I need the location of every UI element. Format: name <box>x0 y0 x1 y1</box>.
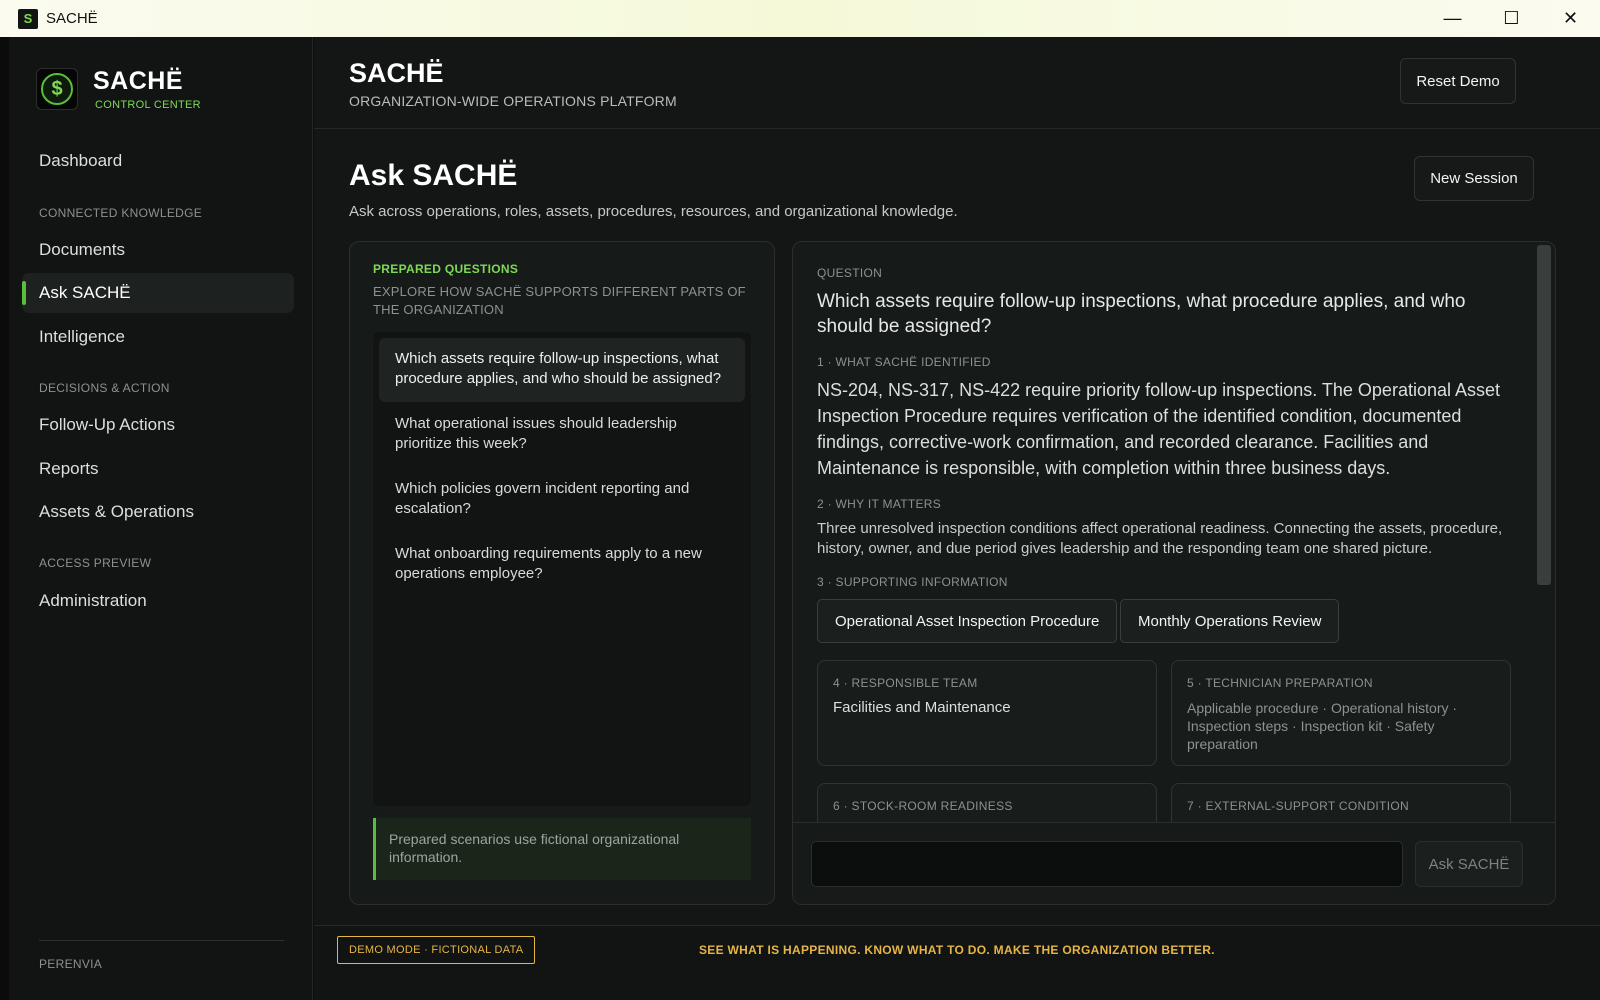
why-label: 2 · WHY IT MATTERS <box>817 497 942 511</box>
question-text: Which assets require follow-up inspectio… <box>817 291 1466 337</box>
prepared-questions-label: PREPARED QUESTIONS <box>373 262 519 276</box>
prepared-questions-list: Which assets require follow-up inspectio… <box>373 332 751 806</box>
nav-section-access: ACCESS PREVIEW <box>39 556 152 570</box>
stock-room-label: 6 · STOCK-ROOM READINESS <box>833 799 1013 813</box>
header-subtitle: ORGANIZATION-WIDE OPERATIONS PLATFORM <box>349 93 677 109</box>
nav-section-connected: CONNECTED KNOWLEDGE <box>39 206 203 220</box>
page-title: Ask SACHË <box>349 159 518 192</box>
dollar-coin-icon: $ <box>41 73 73 105</box>
identified-label: 1 · WHAT SACHË IDENTIFIED <box>817 355 991 369</box>
prepared-question-item[interactable]: What operational issues should leadershi… <box>379 403 745 467</box>
technician-prep-card: 5 · TECHNICIAN PREPARATION Applicable pr… <box>1171 660 1511 766</box>
page-subtitle: Ask across operations, roles, assets, pr… <box>349 203 958 220</box>
ask-input-bar: Ask SACHË <box>793 822 1555 904</box>
status-footer: DEMO MODE · FICTIONAL DATA SEE WHAT IS H… <box>314 925 1600 1000</box>
footer-tagline: SEE WHAT IS HAPPENING. KNOW WHAT TO DO. … <box>699 943 1215 957</box>
responsible-team-card: 4 · RESPONSIBLE TEAM Facilities and Main… <box>817 660 1157 766</box>
external-support-card: 7 · EXTERNAL-SUPPORT CONDITION <box>1171 783 1511 822</box>
identified-text: NS-204, NS-317, NS-422 require priority … <box>817 380 1501 478</box>
external-support-label: 7 · EXTERNAL-SUPPORT CONDITION <box>1187 799 1409 813</box>
brand: $ SACHË CONTROL CENTER <box>36 67 201 111</box>
prepared-questions-panel: PREPARED QUESTIONS EXPLORE HOW SACHË SUP… <box>349 241 775 905</box>
window-titlebar: S SACHË — ☐ ✕ <box>0 0 1600 37</box>
responsible-team-label: 4 · RESPONSIBLE TEAM <box>833 676 978 690</box>
sidebar-item-documents[interactable]: Documents <box>22 230 294 270</box>
app-logo-icon: S <box>18 8 38 29</box>
sidebar-item-ask[interactable]: Ask SACHË <box>22 273 294 313</box>
new-session-button[interactable]: New Session <box>1414 156 1534 201</box>
close-icon[interactable]: ✕ <box>1541 0 1600 37</box>
sidebar-item-dashboard[interactable]: Dashboard <box>22 141 294 181</box>
minimize-icon[interactable]: — <box>1423 0 1482 37</box>
ask-button[interactable]: Ask SACHË <box>1415 841 1523 887</box>
supporting-label: 3 · SUPPORTING INFORMATION <box>817 575 1008 589</box>
sidebar-item-assets-operations[interactable]: Assets & Operations <box>22 492 294 532</box>
sidebar: $ SACHË CONTROL CENTER Dashboard CONNECT… <box>0 37 313 1000</box>
answer-scroll-area: QUESTION Which assets require follow-up … <box>793 242 1533 822</box>
technician-prep-label: 5 · TECHNICIAN PREPARATION <box>1187 676 1373 690</box>
window-title: SACHË <box>46 10 98 27</box>
question-label: QUESTION <box>817 266 883 280</box>
sidebar-divider <box>39 940 284 941</box>
answer-scrollbar[interactable] <box>1537 245 1551 585</box>
header-title: SACHË <box>349 58 444 88</box>
brand-subtitle: CONTROL CENTER <box>95 99 201 111</box>
demo-mode-badge: DEMO MODE · FICTIONAL DATA <box>337 936 536 964</box>
maximize-icon[interactable]: ☐ <box>1482 0 1541 37</box>
brand-name: SACHË <box>93 67 184 95</box>
main-content: SACHË ORGANIZATION-WIDE OPERATIONS PLATF… <box>314 37 1600 1000</box>
sidebar-item-intelligence[interactable]: Intelligence <box>22 317 294 357</box>
brand-logo-icon: $ <box>36 68 78 110</box>
prepared-question-item[interactable]: Which policies govern incident reporting… <box>379 468 745 532</box>
sidebar-item-follow-up[interactable]: Follow-Up Actions <box>22 405 294 445</box>
sidebar-footer: PERENVIA <box>39 957 103 971</box>
supporting-doc-chip[interactable]: Operational Asset Inspection Procedure <box>817 599 1118 643</box>
prepared-question-item[interactable]: Which assets require follow-up inspectio… <box>379 338 745 402</box>
fictional-data-note: Prepared scenarios use fictional organiz… <box>373 818 751 880</box>
sidebar-item-reports[interactable]: Reports <box>22 449 294 489</box>
technician-prep-value: Applicable procedure · Operational histo… <box>1187 700 1458 752</box>
responsible-team-value: Facilities and Maintenance <box>833 699 1011 716</box>
prepared-questions-subtitle: EXPLORE HOW SACHË SUPPORTS DIFFERENT PAR… <box>373 284 746 317</box>
nav-section-decisions: DECISIONS & ACTION <box>39 381 170 395</box>
prepared-question-item[interactable]: What onboarding requirements apply to a … <box>379 533 745 597</box>
answer-panel: QUESTION Which assets require follow-up … <box>792 241 1556 905</box>
window-controls: — ☐ ✕ <box>1423 0 1600 37</box>
app-header: SACHË ORGANIZATION-WIDE OPERATIONS PLATF… <box>314 37 1600 129</box>
why-text: Three unresolved inspection conditions a… <box>817 520 1503 557</box>
stock-room-card: 6 · STOCK-ROOM READINESS <box>817 783 1157 822</box>
supporting-doc-chip[interactable]: Monthly Operations Review <box>1120 599 1340 643</box>
question-input[interactable] <box>811 841 1403 887</box>
reset-demo-button[interactable]: Reset Demo <box>1400 58 1516 104</box>
sidebar-item-administration[interactable]: Administration <box>22 581 294 621</box>
